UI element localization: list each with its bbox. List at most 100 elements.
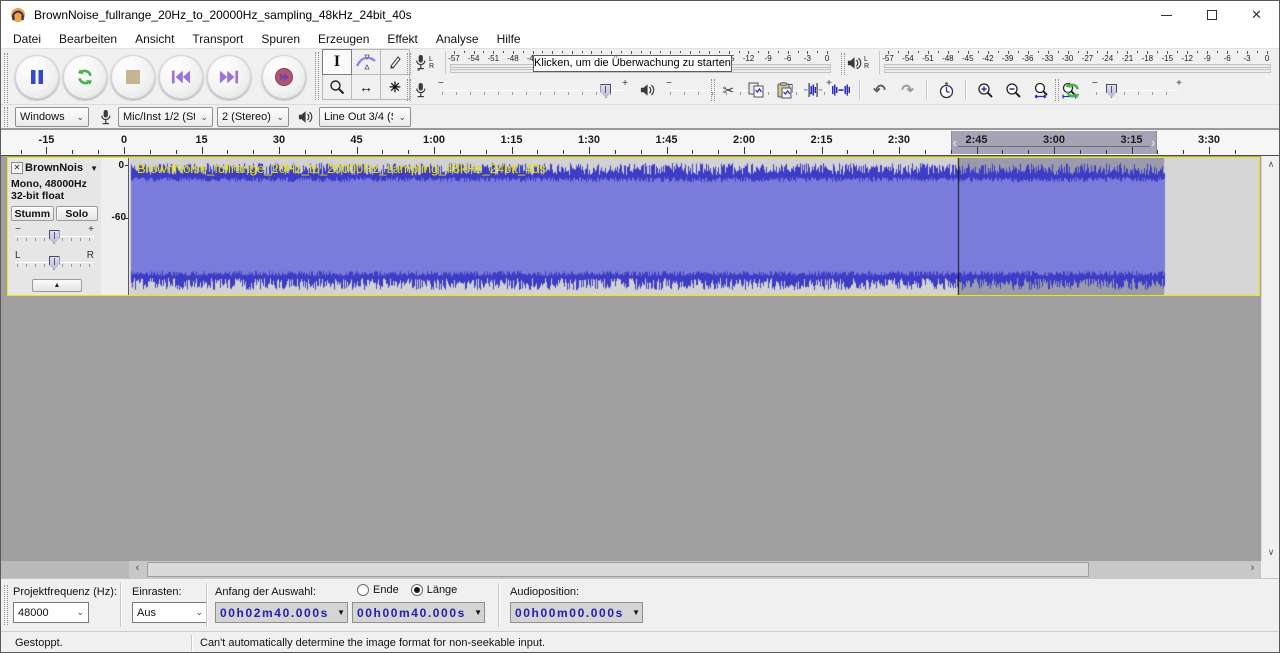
play-at-speed-grip[interactable] <box>1055 79 1059 101</box>
record-button[interactable] <box>262 55 306 99</box>
project-rate-select[interactable]: 48000 ⌄ <box>13 602 89 623</box>
zoom-out-button[interactable] <box>1002 79 1025 101</box>
vertical-db-ruler[interactable]: 0 -60 <box>101 158 129 295</box>
menu-datei[interactable]: Datei <box>4 29 50 49</box>
playback-speed-slider[interactable]: − + <box>1088 79 1184 101</box>
maximize-button[interactable] <box>1189 1 1234 29</box>
gain-thumb[interactable] <box>49 230 60 244</box>
meter-left-label: L <box>864 56 869 63</box>
selection-start-field[interactable]: 00h02m40.000s ▼ <box>215 602 348 623</box>
playback-meter-grip[interactable] <box>841 53 845 75</box>
recording-volume-thumb[interactable] <box>600 84 611 98</box>
recording-channels-select[interactable]: 2 (Stereo) ⌄ <box>217 107 289 127</box>
playback-meter[interactable]: LR -57-54-51-48-45-42-39-36-33-30-27-24-… <box>847 51 1277 74</box>
track-name-menu[interactable]: BrownNois ▼ <box>25 162 98 174</box>
copy-icon <box>748 82 765 99</box>
solo-button[interactable]: Solo <box>56 206 99 221</box>
skip-to-start-button[interactable] <box>159 55 203 99</box>
recording-volume-slider[interactable]: − + <box>434 79 630 101</box>
playback-speed-thumb[interactable] <box>1106 84 1117 98</box>
edit-toolbar-grip[interactable] <box>711 79 715 101</box>
time-shift-tool-button[interactable]: ↔ <box>351 74 381 100</box>
pause-button[interactable] <box>15 55 59 99</box>
scroll-right-arrow[interactable]: › <box>1244 561 1261 578</box>
title-bar: BrownNoise_fullrange_20Hz_to_20000Hz_sam… <box>1 1 1279 29</box>
stop-button[interactable] <box>111 55 155 99</box>
mixer-toolbar-grip[interactable] <box>407 79 411 101</box>
track-close-button[interactable]: ✕ <box>11 162 23 174</box>
multi-tool-icon: ✳ <box>389 79 401 96</box>
transport-toolbar-grip[interactable] <box>4 53 8 103</box>
scroll-left-arrow[interactable]: ‹ <box>129 561 146 578</box>
skip-to-end-button[interactable] <box>207 55 251 99</box>
track-gain-slider[interactable]: − + <box>11 223 98 247</box>
meter-db-tick: -57 <box>448 54 460 63</box>
selection-left-arrow-icon: ‹ <box>953 135 957 150</box>
radio-end-label[interactable]: Ende <box>373 584 399 596</box>
radio-length[interactable] <box>411 584 423 596</box>
paste-button[interactable] <box>773 79 796 101</box>
horizontal-scrollbar[interactable]: ‹ › <box>129 561 1261 578</box>
multi-tool-button[interactable]: ✳ <box>380 74 410 100</box>
vertical-scrollbar[interactable]: ∧ ∨ <box>1261 156 1279 561</box>
track-collapse-button[interactable]: ▲ <box>32 279 82 292</box>
menu-hilfe[interactable]: Hilfe <box>488 29 530 49</box>
skip-to-start-icon <box>171 69 191 85</box>
timer-button[interactable] <box>935 79 958 101</box>
mute-button[interactable]: Stumm <box>11 206 54 221</box>
menu-bearbeiten[interactable]: Bearbeiten <box>50 29 126 49</box>
meter-db-tick: -51 <box>922 54 934 63</box>
menu-transport[interactable]: Transport <box>183 29 252 49</box>
track-canvas-area[interactable]: ✕ BrownNois ▼ Mono, 48000Hz 32-bit float… <box>1 156 1279 561</box>
ruler-time-label: 45 <box>350 134 362 146</box>
selection-length-field[interactable]: 00h00m40.000s ▼ <box>352 602 485 623</box>
waveform[interactable] <box>130 158 1259 295</box>
minimize-button[interactable] <box>1144 1 1189 29</box>
undo-button[interactable]: ↶ <box>868 79 891 101</box>
zoom-in-button[interactable] <box>974 79 997 101</box>
zoom-to-selection-button[interactable] <box>1030 79 1053 101</box>
close-icon: ✕ <box>1251 7 1262 23</box>
audio-host-select[interactable]: Windows ⌄ <box>15 107 89 127</box>
slider-plus-label: + <box>1176 78 1182 89</box>
close-button[interactable]: ✕ <box>1234 1 1279 29</box>
snap-to-select[interactable]: Aus ⌄ <box>132 602 208 623</box>
track-pan-slider[interactable]: L R <box>11 249 98 273</box>
envelope-tool-button[interactable] <box>351 49 381 75</box>
radio-length-label[interactable]: Länge <box>427 584 458 596</box>
radio-end[interactable] <box>357 584 369 596</box>
record-icon <box>274 67 294 87</box>
cut-button[interactable]: ✂ <box>717 79 740 101</box>
trim-audio-button[interactable] <box>801 79 824 101</box>
horizontal-scroll-thumb[interactable] <box>147 562 1089 577</box>
playback-device-select[interactable]: Line Out 3/4 (S ⌄ <box>319 107 411 127</box>
pan-thumb[interactable] <box>49 256 60 270</box>
timeline-ruler[interactable]: ‹›-1501530451:001:151:301:452:002:152:30… <box>1 129 1279 156</box>
zoom-tool-button[interactable] <box>322 74 352 100</box>
selection-toolbar-grip[interactable] <box>4 585 8 625</box>
menu-analyse[interactable]: Analyse <box>427 29 488 49</box>
silence-audio-button[interactable] <box>829 79 852 101</box>
track-format-line1: Mono, 48000Hz <box>11 178 98 190</box>
menu-spuren[interactable]: Spuren <box>252 29 309 49</box>
scroll-up-arrow[interactable]: ∧ <box>1262 156 1280 173</box>
selection-tool-button[interactable]: I <box>322 49 352 75</box>
meter-db-tick: 0 <box>825 54 829 63</box>
redo-button[interactable]: ↷ <box>896 79 919 101</box>
device-toolbar: Windows ⌄ Mic/Inst 1/2 (St ⌄ 2 (Stereo) … <box>1 104 1279 129</box>
recording-device-select[interactable]: Mic/Inst 1/2 (St ⌄ <box>118 107 213 127</box>
device-toolbar-grip[interactable] <box>4 107 8 127</box>
play-at-speed-button[interactable] <box>1061 79 1084 101</box>
menu-erzeugen[interactable]: Erzeugen <box>309 29 378 49</box>
meter-db-tick: -9 <box>1204 54 1211 63</box>
meter-db-tick: -51 <box>487 54 499 63</box>
audio-position-field[interactable]: 00h00m00.000s ▼ <box>510 602 643 623</box>
menu-ansicht[interactable]: Ansicht <box>126 29 183 49</box>
scroll-down-arrow[interactable]: ∨ <box>1262 544 1280 561</box>
draw-tool-button[interactable] <box>380 49 410 75</box>
menu-effekt[interactable]: Effekt <box>378 29 426 49</box>
copy-button[interactable] <box>745 79 768 101</box>
loop-play-button[interactable] <box>63 55 107 99</box>
recording-meter-grip[interactable] <box>407 53 411 75</box>
tools-toolbar-grip[interactable] <box>315 52 319 100</box>
